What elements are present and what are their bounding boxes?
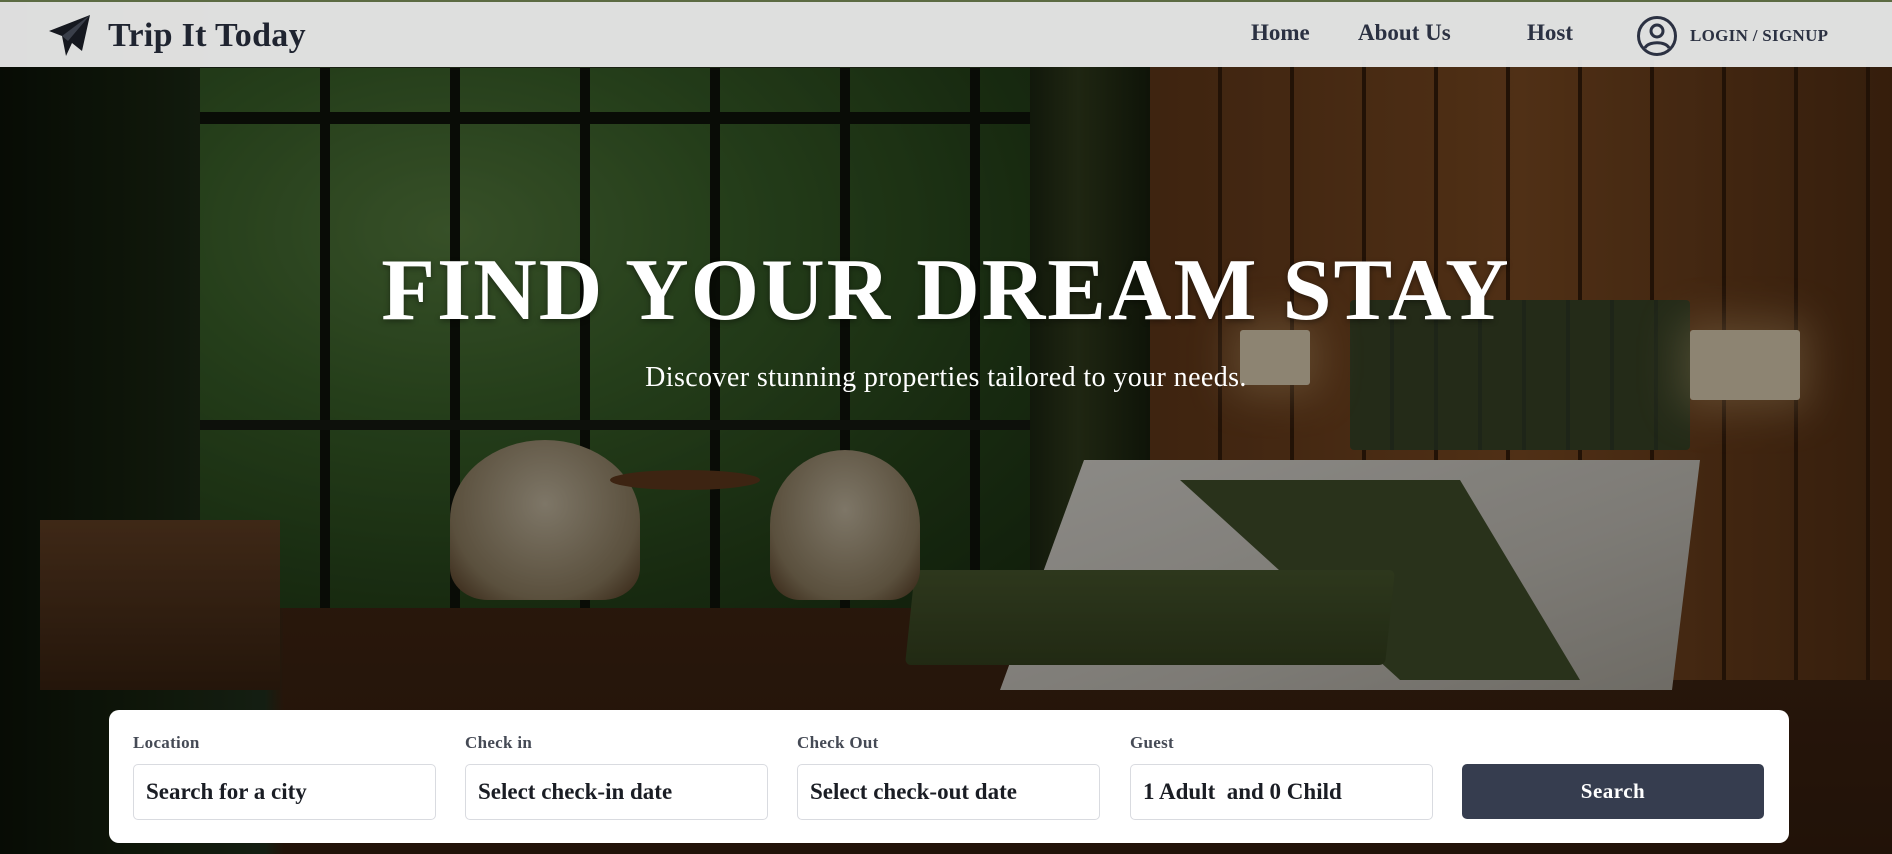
check-in-field: Check in	[465, 733, 768, 820]
search-button[interactable]: Search	[1462, 764, 1764, 819]
check-in-label: Check in	[465, 733, 533, 752]
guest-field: Guest	[1130, 733, 1433, 820]
nav-item-home[interactable]: Home	[1251, 20, 1310, 46]
guest-input[interactable]	[1130, 764, 1433, 820]
location-label: Location	[133, 733, 200, 752]
location-field: Location	[133, 733, 436, 820]
check-in-input[interactable]	[465, 764, 768, 820]
guest-label: Guest	[1130, 733, 1174, 752]
check-out-label: Check Out	[797, 733, 879, 752]
search-panel: Location Check in Check Out Guest Search	[109, 710, 1789, 843]
nav-item-host[interactable]: Host	[1527, 20, 1573, 46]
location-input[interactable]	[133, 764, 436, 820]
page: Trip It Today Home About Us Host LOGIN /…	[0, 0, 1892, 854]
brand-name: Trip It Today	[108, 17, 306, 54]
paper-plane-icon	[49, 15, 90, 56]
check-out-input[interactable]	[797, 764, 1100, 820]
login-signup-label: LOGIN / SIGNUP	[1690, 26, 1829, 45]
user-circle-icon	[1637, 16, 1677, 56]
navbar: Trip It Today Home About Us Host LOGIN /…	[0, 0, 1892, 67]
login-signup-button[interactable]: LOGIN / SIGNUP	[1636, 15, 1828, 57]
hero-title: FIND YOUR DREAM STAY	[381, 242, 1511, 339]
check-out-field: Check Out	[797, 733, 1100, 820]
hero-subtitle: Discover stunning properties tailored to…	[645, 362, 1247, 393]
nav-item-about-us[interactable]: About Us	[1358, 20, 1451, 46]
brand-logo-link[interactable]: Trip It Today	[46, 12, 306, 60]
